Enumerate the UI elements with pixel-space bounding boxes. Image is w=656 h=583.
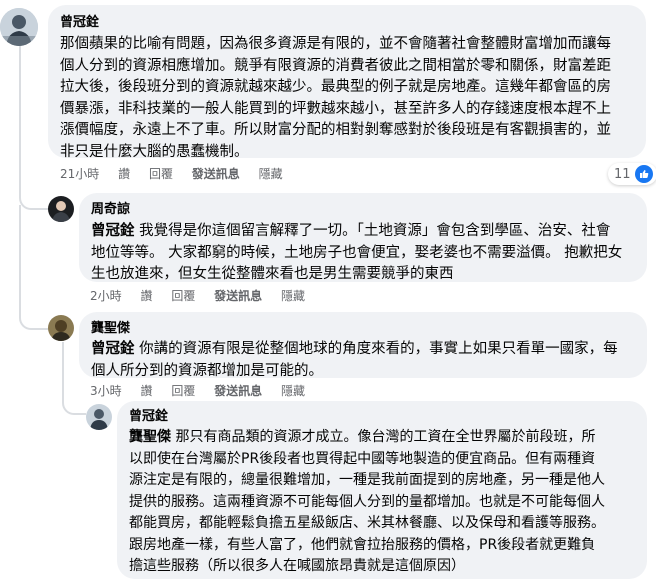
- profile-photo-icon: [0, 8, 38, 46]
- hide-button[interactable]: 隱藏: [281, 289, 305, 303]
- reply-button[interactable]: 回覆: [171, 384, 195, 398]
- comment-author[interactable]: 周奇諒: [91, 201, 635, 218]
- comment-time[interactable]: 21小時: [60, 167, 99, 181]
- profile-photo-icon: [48, 196, 74, 222]
- thread-connector: [19, 300, 49, 330]
- like-icon: [634, 165, 653, 183]
- reply-button[interactable]: 回覆: [171, 289, 195, 303]
- comment-body: 我覺得是你這個留言解釋了一切。「土地資源」會包含到學區、治安、社會 地位等等。 …: [91, 223, 623, 282]
- comment-actions: 2小時 讚 回覆 發送訊息 隱藏: [90, 288, 320, 304]
- comment-actions: 3小時 讚 回覆 發送訊息 隱藏: [90, 383, 320, 399]
- like-button[interactable]: 讚: [140, 289, 152, 303]
- like-button[interactable]: 讚: [118, 167, 130, 181]
- comment-bubble: 曾冠銓 龔聖傑 那只有商品類的資源才成立。像台灣的工資在全世界屬於前段班，所 以…: [117, 401, 647, 579]
- comment-author[interactable]: 龔聖傑: [91, 320, 635, 337]
- comment-body: 你講的資源有限是從整個地球的角度來看的，事實上如果只看單一國家，每 個人所分到的…: [91, 341, 618, 379]
- comment-text: 那個蘋果的比喻有問題，因為很多資源是有限的，並不會隨著社會整體財富增加而讓每 個…: [60, 36, 611, 160]
- avatar[interactable]: [86, 404, 112, 430]
- comment-bubble: 周奇諒 曾冠銓 我覺得是你這個留言解釋了一切。「土地資源」會包含到學區、治安、社…: [79, 193, 647, 282]
- like-button[interactable]: 讚: [140, 384, 152, 398]
- avatar[interactable]: [48, 196, 74, 222]
- thread-line: [19, 205, 21, 315]
- comment-body: 那只有商品類的資源才成立。像台灣的工資在全世界屬於前段班，所 以即使在台灣屬於P…: [129, 429, 605, 574]
- thread-connector: [62, 385, 86, 415]
- comment-author[interactable]: 曾冠銓: [129, 408, 635, 425]
- reaction-count: 11: [614, 166, 631, 182]
- comment-text: 曾冠銓 你講的資源有限是從整個地球的角度來看的，事實上如果只看單一國家，每 個人…: [91, 339, 635, 382]
- comment-actions: 21小時 讚 回覆 發送訊息 隱藏: [60, 166, 298, 182]
- mention-link[interactable]: 曾冠銓: [91, 341, 135, 357]
- comment-time[interactable]: 2小時: [90, 289, 122, 303]
- hide-button[interactable]: 隱藏: [259, 167, 283, 181]
- profile-photo-icon: [48, 315, 74, 341]
- thread-connector: [19, 180, 49, 210]
- send-message-button[interactable]: 發送訊息: [214, 384, 262, 398]
- profile-photo-icon: [86, 404, 112, 430]
- comment-bubble: 曾冠銓 那個蘋果的比喻有問題，因為很多資源是有限的，並不會隨著社會整體財富增加而…: [48, 5, 646, 160]
- comment-bubble: 龔聖傑 曾冠銓 你講的資源有限是從整個地球的角度來看的，事實上如果只看單一國家，…: [79, 312, 647, 379]
- avatar[interactable]: [48, 315, 74, 341]
- hide-button[interactable]: 隱藏: [281, 384, 305, 398]
- comment-time[interactable]: 3小時: [90, 384, 122, 398]
- reply-button[interactable]: 回覆: [149, 167, 173, 181]
- comment-text: 曾冠銓 我覺得是你這個留言解釋了一切。「土地資源」會包含到學區、治安、社會 地位…: [91, 221, 635, 286]
- reaction-badge[interactable]: 11: [608, 163, 656, 185]
- avatar[interactable]: [0, 8, 38, 46]
- mention-link[interactable]: 龔聖傑: [129, 429, 171, 445]
- thread-line: [19, 44, 21, 194]
- mention-link[interactable]: 曾冠銓: [91, 223, 135, 239]
- comment-text: 龔聖傑 那只有商品類的資源才成立。像台灣的工資在全世界屬於前段班，所 以即使在台…: [129, 427, 635, 578]
- send-message-button[interactable]: 發送訊息: [214, 289, 262, 303]
- send-message-button[interactable]: 發送訊息: [192, 167, 240, 181]
- comment-author[interactable]: 曾冠銓: [60, 14, 634, 31]
